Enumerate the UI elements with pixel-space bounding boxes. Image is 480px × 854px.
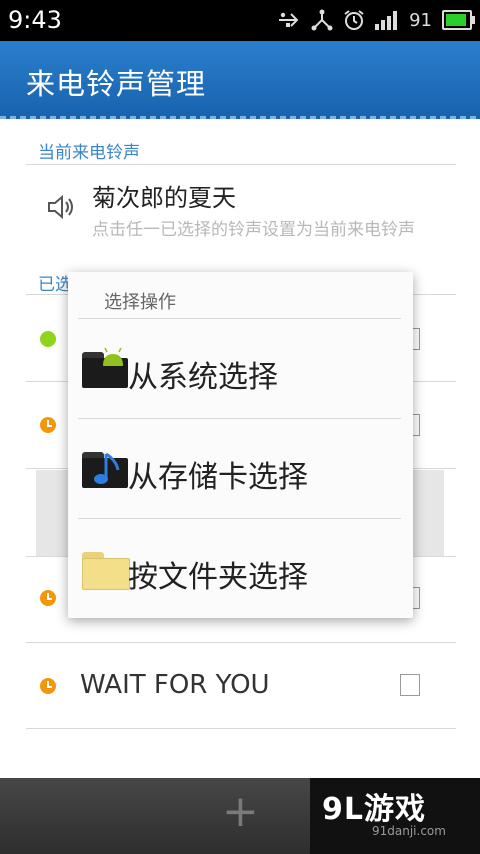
clock-icon [40,417,56,433]
row-divider [26,728,456,729]
option-label: 按文件夹选择 [128,560,308,595]
option-label: 从存储卡选择 [128,460,308,495]
clock-icon [40,678,56,694]
bottom-bar: + 9L游戏 91danji.com [0,778,480,854]
option-select-by-folder[interactable]: 按文件夹选择 [68,520,413,620]
battery-level: 91 [409,9,432,31]
list-item[interactable]: WAIT FOR YOU [0,642,480,728]
speaker-icon [48,194,73,220]
android-folder-icon [82,348,128,388]
list-item-checkbox[interactable] [400,674,420,696]
page-title: 来电铃声管理 [26,67,207,101]
battery-fill [446,14,467,26]
status-bar: 9:43 91 [0,0,480,41]
dialog-divider [78,518,401,519]
clock-icon [40,590,56,606]
current-ringtone-name: 菊次郎的夏天 [92,184,236,212]
alarm-icon [344,10,364,30]
usb-icon [279,12,299,27]
app-bar: 来电铃声管理 [0,41,480,119]
current-ringtone-row[interactable]: 菊次郎的夏天 点击任一已选择的铃声设置为当前来电铃声 [0,170,480,250]
dialog-title: 选择操作 [104,292,176,313]
battery-icon [442,10,475,30]
status-time: 9:43 [8,6,62,34]
option-select-from-sdcard[interactable]: 从存储卡选择 [68,420,413,520]
section-divider [26,164,456,165]
music-folder-icon [82,448,128,488]
dialog-divider [78,418,401,419]
network-icon [311,9,333,31]
watermark-text: 9L游戏 [322,792,426,827]
option-label: 从系统选择 [128,360,278,395]
list-item-label: WAIT FOR YOU [80,670,270,700]
watermark-subtext: 91danji.com [372,824,446,838]
status-icons: 91 [277,9,475,31]
app-bar-dash-divider [0,116,480,119]
current-ringtone-hint: 点击任一已选择的铃声设置为当前来电铃声 [92,220,415,240]
green-dot-icon [40,331,56,347]
watermark-logo: 9L游戏 91danji.com [310,778,480,854]
select-action-dialog: 选择操作 从系统选择 从存储卡选择 按文件夹选择 [68,272,413,618]
yellow-folder-icon [82,548,130,590]
current-ringtone-section-label: 当前来电铃声 [38,143,140,163]
signal-icon [375,11,398,30]
option-select-from-system[interactable]: 从系统选择 [68,320,413,420]
dialog-divider [78,318,401,319]
add-button[interactable]: + [222,786,259,837]
